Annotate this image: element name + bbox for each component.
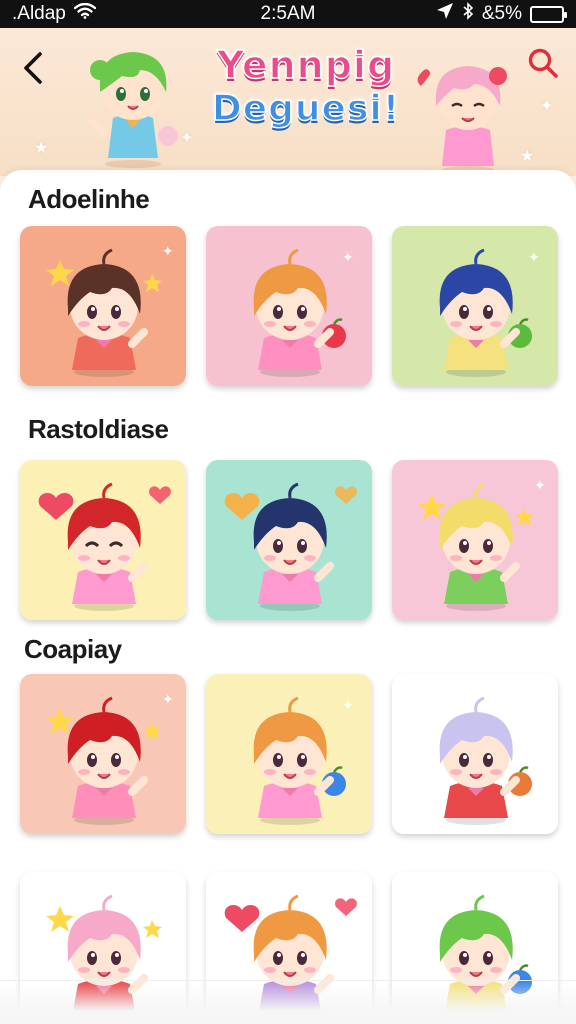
sparkle-icon: ★ bbox=[34, 140, 49, 157]
sticker-card[interactable] bbox=[206, 460, 372, 620]
battery-icon bbox=[530, 5, 567, 23]
sticker-card[interactable]: ✦ bbox=[20, 674, 186, 834]
sticker-image bbox=[20, 460, 186, 620]
sticker-card[interactable]: ✦ bbox=[20, 226, 186, 386]
svg-text:✦: ✦ bbox=[528, 249, 540, 265]
sticker-card[interactable]: ✦ bbox=[392, 460, 558, 620]
status-bar: .Aldap 2:5AM &5% bbox=[0, 0, 576, 28]
back-button[interactable] bbox=[14, 48, 54, 88]
app-title-line2: Deguesi! bbox=[211, 87, 401, 129]
sticker-grid: ✦ bbox=[20, 460, 560, 624]
sticker-card[interactable]: ✦ bbox=[392, 674, 558, 834]
section-title: Adoelinhe bbox=[28, 184, 150, 214]
section-title: Coapiay bbox=[24, 634, 122, 664]
svg-text:✦: ✦ bbox=[162, 889, 174, 905]
sticker-image: ✦ bbox=[392, 460, 558, 620]
bluetooth-icon bbox=[462, 2, 474, 26]
svg-text:✦: ✦ bbox=[162, 691, 174, 707]
svg-text:✦: ✦ bbox=[528, 697, 540, 713]
sticker-card[interactable] bbox=[20, 460, 186, 620]
svg-text:✦: ✦ bbox=[342, 697, 354, 713]
sparkle-icon: ✦ bbox=[540, 98, 554, 115]
location-arrow-icon bbox=[436, 2, 454, 26]
sticker-image bbox=[206, 460, 372, 620]
sticker-card[interactable]: ✦ bbox=[206, 226, 372, 386]
svg-text:✦: ✦ bbox=[534, 477, 546, 493]
svg-text:✦: ✦ bbox=[162, 243, 174, 259]
search-button[interactable] bbox=[526, 46, 560, 80]
sticker-image: ✦ bbox=[392, 226, 558, 386]
bottom-bar bbox=[0, 980, 576, 1024]
header-mascot-right bbox=[410, 56, 520, 176]
sticker-image: ✦ bbox=[20, 226, 186, 386]
sticker-card[interactable]: ✦ bbox=[206, 674, 372, 834]
header-banner: ★ ★ ✦ ✦ Yennpig Deguesi! bbox=[0, 28, 576, 176]
svg-text:✦: ✦ bbox=[528, 895, 540, 911]
sticker-list[interactable]: Adoelinhe ✦ ✦ ✦ Rastoldiase ✦ Coapiay ✦ … bbox=[0, 170, 576, 1024]
sticker-grid: ✦ ✦ ✦ bbox=[20, 226, 560, 390]
sticker-image: ✦ bbox=[206, 226, 372, 386]
sticker-grid: ✦ ✦ ✦ bbox=[20, 674, 560, 838]
wifi-icon bbox=[73, 2, 97, 25]
sticker-image: ✦ bbox=[392, 674, 558, 834]
section-title: Rastoldiase bbox=[28, 414, 169, 444]
app-title-line1: Yennpig bbox=[216, 43, 396, 87]
sticker-image: ✦ bbox=[206, 674, 372, 834]
sticker-image: ✦ bbox=[20, 674, 186, 834]
sparkle-icon: ★ bbox=[520, 148, 535, 165]
search-icon bbox=[528, 48, 558, 78]
sticker-card[interactable]: ✦ bbox=[392, 226, 558, 386]
carrier-label: .Aldap bbox=[12, 3, 66, 24]
chevron-left-icon bbox=[24, 52, 42, 84]
header-mascot-left bbox=[78, 40, 188, 175]
status-left: .Aldap bbox=[12, 2, 97, 25]
app-title: Yennpig Deguesi! bbox=[186, 43, 426, 129]
svg-text:✦: ✦ bbox=[342, 249, 354, 265]
battery-percent: &5% bbox=[481, 3, 522, 24]
status-right: &5% bbox=[436, 2, 567, 26]
